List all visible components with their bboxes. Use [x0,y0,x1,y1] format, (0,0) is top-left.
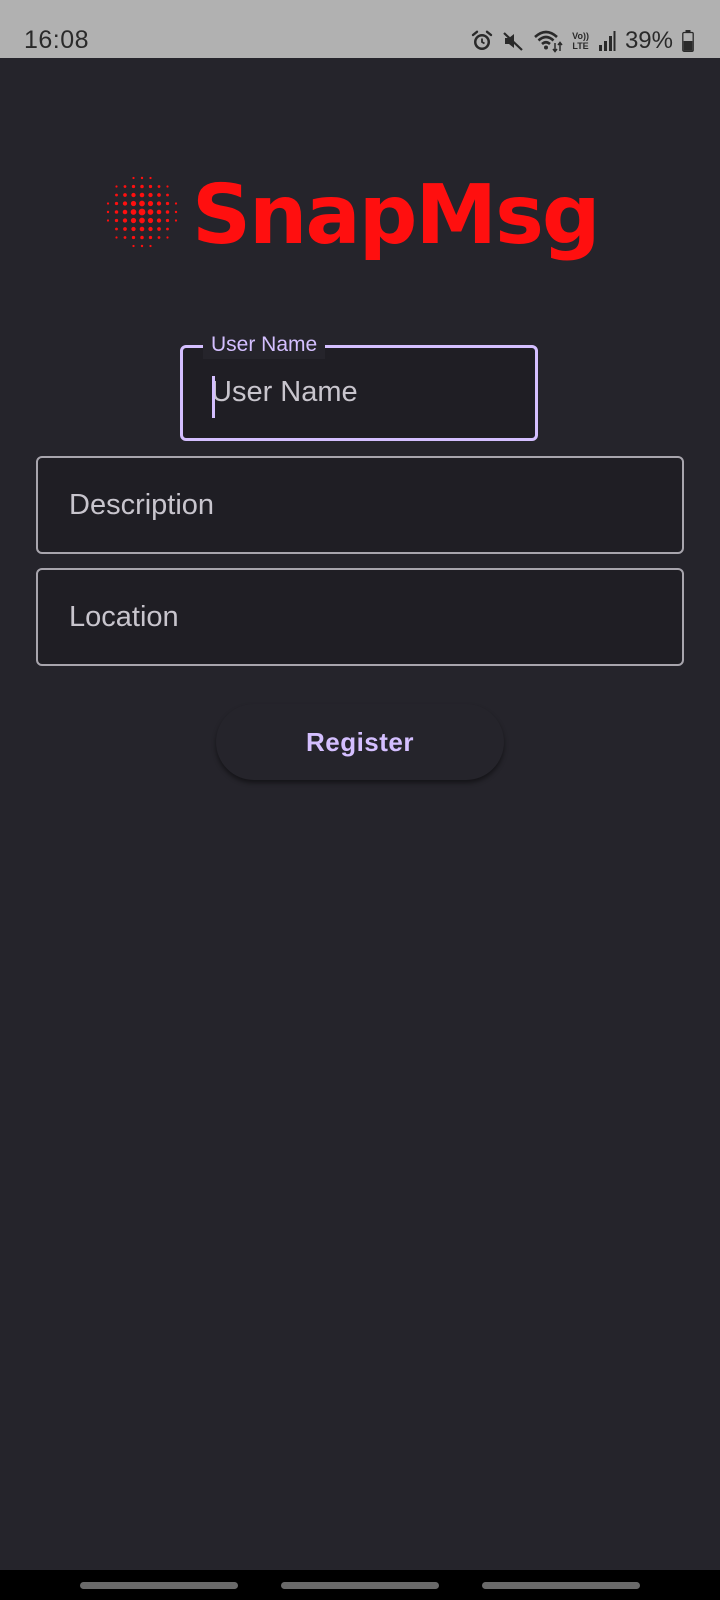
app-logo: SnapMsg [104,168,624,278]
username-field[interactable]: User Name [180,331,538,441]
battery-percent: 39% [624,27,673,54]
description-field[interactable] [36,456,684,554]
text-cursor [212,376,215,418]
username-label: User Name [203,331,326,359]
nav-back-button[interactable] [482,1582,640,1589]
username-input[interactable] [211,370,511,414]
status-icons: Vo)) LTE 39% [471,26,694,56]
wifi-icon [533,29,563,53]
register-button[interactable]: Register [216,704,504,780]
logo-text: SnapMsg [192,168,601,263]
battery-icon [682,30,694,52]
navigation-bar [0,1570,720,1600]
location-input[interactable] [69,595,649,639]
mute-icon [502,30,524,52]
lte-label: LTE [572,41,589,51]
logo-dots-icon [106,176,178,248]
nav-home-button[interactable] [281,1582,439,1589]
nav-recent-button[interactable] [80,1582,238,1589]
volte-icon: Vo)) LTE [572,31,589,51]
status-bar: 16:08 Vo)) LTE 39% [0,0,720,58]
alarm-icon [471,30,493,52]
description-input[interactable] [69,483,649,527]
signal-icon [598,31,616,51]
status-time: 16:08 [24,26,90,54]
volte-label: Vo)) [572,31,589,41]
location-field[interactable] [36,568,684,666]
